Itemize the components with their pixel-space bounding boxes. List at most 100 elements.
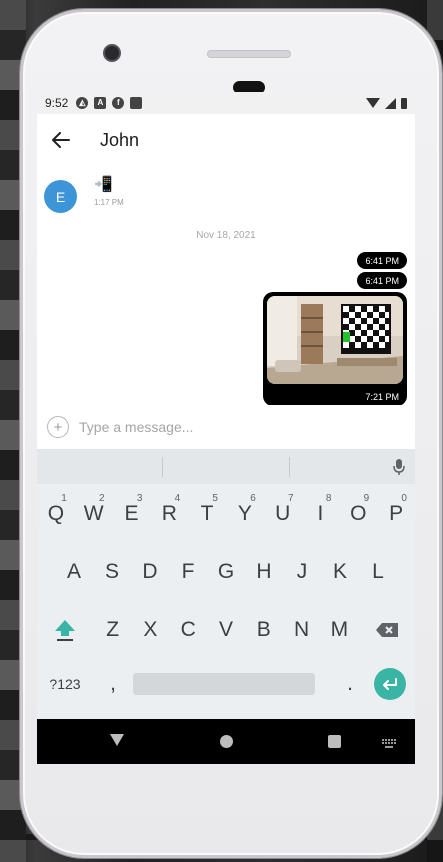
incoming-message-time: 1:17 PM (94, 198, 124, 207)
a-icon: A (94, 97, 107, 109)
key-label: W (83, 502, 104, 525)
status-bar: 9:52 ◭ A f (37, 92, 415, 114)
key-l[interactable]: L (359, 547, 397, 597)
incoming-message-content: 📲 (94, 176, 113, 193)
key-hint: 9 (363, 493, 370, 504)
key-v[interactable]: V (207, 605, 245, 655)
keyboard-switch-icon[interactable] (382, 736, 396, 754)
image-message-photo[interactable] (267, 296, 403, 384)
key-p[interactable]: P0 (377, 489, 415, 539)
key-b[interactable]: B (245, 605, 283, 655)
keyboard-row-2: A S D F G H J K L (37, 547, 415, 597)
key-t[interactable]: T5 (188, 489, 226, 539)
key-label: Q (47, 502, 65, 525)
message-list[interactable]: E 📲 1:17 PM Nov 18, 2021 6:41 PM 6:41 PM (37, 166, 415, 444)
microphone-icon[interactable] (393, 458, 405, 481)
keyboard-row-1: Q1 W2 E3 R4 T5 Y6 U7 I8 O9 P0 (37, 489, 415, 539)
keyboard-row-4: ?123 , . (37, 659, 415, 709)
key-a[interactable]: A (55, 547, 93, 597)
phone-screen: 9:52 ◭ A f John E 📲 1:17 PM Nov 18, 2021… (37, 92, 415, 764)
key-s[interactable]: S (93, 547, 131, 597)
key-hint: 2 (99, 493, 105, 504)
period-key[interactable]: . (335, 659, 365, 709)
key-q[interactable]: Q1 (37, 489, 75, 539)
nav-home-icon[interactable] (220, 735, 233, 748)
navigation-bar (37, 719, 415, 764)
key-n[interactable]: N (283, 605, 321, 655)
enter-key[interactable] (365, 659, 415, 709)
comma-key[interactable]: , (93, 659, 133, 709)
image-message[interactable]: 7:21 PM (263, 292, 407, 406)
message-composer: + (37, 405, 415, 449)
sd-card-icon (130, 97, 143, 109)
conversation-title: John (100, 129, 140, 150)
back-arrow-icon[interactable] (37, 114, 85, 166)
outgoing-message[interactable]: 6:41 PM (357, 252, 407, 269)
key-z[interactable]: Z (94, 605, 132, 655)
date-separator: Nov 18, 2021 (196, 230, 256, 241)
key-w[interactable]: W2 (75, 489, 113, 539)
f-icon: f (112, 97, 125, 109)
suggestion-strip (37, 449, 415, 484)
key-o[interactable]: O9 (339, 489, 377, 539)
key-c[interactable]: C (169, 605, 207, 655)
shift-arrow-icon (55, 620, 76, 641)
backspace-icon (375, 623, 398, 637)
add-attachment-icon[interactable]: + (47, 416, 69, 438)
key-hint: 8 (325, 493, 332, 504)
key-u[interactable]: U7 (264, 489, 302, 539)
key-label: R (161, 502, 177, 525)
image-message-time: 7:21 PM (365, 392, 399, 402)
on-screen-keyboard: Q1 W2 E3 R4 T5 Y6 U7 I8 O9 P0 A S D F G … (37, 449, 415, 719)
key-label: T (200, 502, 214, 525)
avatar-initial: E (55, 188, 66, 205)
key-x[interactable]: X (132, 605, 170, 655)
outgoing-message-time: 6:41 PM (365, 275, 399, 286)
key-label: E (124, 502, 139, 525)
enter-icon (374, 668, 406, 700)
android-icon: ◭ (76, 97, 89, 109)
nav-back-icon[interactable] (110, 734, 124, 746)
message-input[interactable] (79, 419, 379, 435)
key-hint: 4 (174, 493, 181, 504)
key-e[interactable]: E3 (113, 489, 151, 539)
key-r[interactable]: R4 (150, 489, 188, 539)
key-label: O (350, 502, 367, 525)
key-k[interactable]: K (321, 547, 359, 597)
app-bar: John (37, 114, 415, 166)
key-hint: 3 (136, 493, 143, 504)
symbols-key[interactable]: ?123 (37, 659, 93, 709)
key-h[interactable]: H (245, 547, 283, 597)
suggestion-slot[interactable] (163, 449, 288, 484)
avatar[interactable]: E (44, 180, 77, 213)
space-bar[interactable] (133, 673, 315, 695)
key-d[interactable]: D (131, 547, 169, 597)
key-hint: 0 (401, 493, 407, 504)
signal-icon (385, 97, 396, 109)
earpiece-speaker (207, 50, 291, 58)
key-label: I (317, 502, 324, 525)
key-j[interactable]: J (283, 547, 321, 597)
key-label: P (389, 502, 404, 525)
shift-key[interactable] (37, 605, 94, 655)
key-hint: 7 (288, 493, 294, 504)
suggestion-slot[interactable] (37, 449, 162, 484)
backspace-key[interactable] (358, 605, 415, 655)
key-label: U (275, 502, 291, 525)
front-camera (103, 44, 121, 62)
keyboard-row-3: Z X C V B N M (37, 605, 415, 655)
key-label: Y (237, 502, 252, 525)
key-m[interactable]: M (320, 605, 358, 655)
nav-recents-icon[interactable] (328, 735, 341, 748)
incoming-message[interactable]: 📲 1:17 PM (94, 176, 124, 207)
battery-icon (401, 97, 407, 109)
outgoing-message-time: 6:41 PM (365, 255, 399, 266)
key-y[interactable]: Y6 (226, 489, 264, 539)
key-hint: 6 (250, 493, 256, 504)
key-i[interactable]: I8 (302, 489, 340, 539)
outgoing-message[interactable]: 6:41 PM (357, 272, 407, 289)
key-hint: 1 (61, 493, 67, 504)
key-g[interactable]: G (207, 547, 245, 597)
key-f[interactable]: F (169, 547, 207, 597)
key-hint: 5 (212, 493, 218, 504)
